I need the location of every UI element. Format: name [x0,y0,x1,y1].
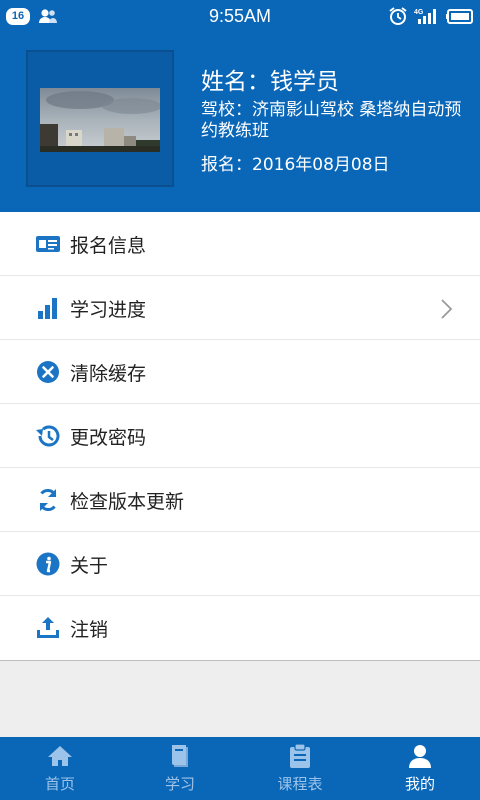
settings-menu: 报名信息 学习进度 清除缓存 更改密码 检查版本更新 关于 注销 [0,212,480,661]
avatar-photo [40,88,160,152]
menu-item-registration-info[interactable]: 报名信息 [0,212,480,276]
menu-item-label: 检查版本更新 [70,491,185,513]
registration-date: 报名：2016年08月08日 [201,155,390,175]
tab-mine[interactable]: 我的 [360,737,480,800]
tab-home[interactable]: 首页 [0,737,120,800]
tab-label: 学习 [164,775,195,793]
user-icon [407,743,433,773]
menu-item-clear-cache[interactable]: 清除缓存 [0,340,480,404]
status-time: 9:55AM [208,6,272,26]
menu-item-label: 更改密码 [70,427,147,449]
clipboard-icon [287,743,313,773]
menu-item-label: 学习进度 [70,299,147,321]
menu-item-check-update[interactable]: 检查版本更新 [0,468,480,532]
menu-item-label: 清除缓存 [70,363,147,385]
alarm-icon [388,6,408,30]
history-icon [35,423,61,449]
profile-header: 姓名：钱学员 驾校：济南影山驾校 桑塔纳自动预约教练班 报名：2016年08月0… [0,32,480,212]
status-bar: 16 9:55AM 4G [0,0,480,32]
driving-school: 驾校：济南影山驾校 桑塔纳自动预约教练班 [201,100,462,141]
home-icon [47,743,73,773]
student-name: 姓名：钱学员 [201,69,339,95]
menu-item-change-password[interactable]: 更改密码 [0,404,480,468]
avatar[interactable] [26,50,174,187]
clear-icon [35,359,61,385]
info-icon [35,551,61,577]
id-card-icon [35,231,61,257]
bar-chart-icon [35,295,61,321]
tab-study[interactable]: 学习 [120,737,240,800]
bottom-tab-bar: 首页 学习 课程表 我的 [0,737,480,800]
refresh-icon [35,487,61,513]
tab-schedule[interactable]: 课程表 [240,737,360,800]
tab-label: 课程表 [277,775,323,793]
network-type-label: 4G [414,9,424,16]
menu-item-about[interactable]: 关于 [0,532,480,596]
logout-icon [35,615,61,641]
menu-item-logout[interactable]: 注销 [0,596,480,660]
book-icon [167,743,193,773]
tab-label: 首页 [44,775,75,793]
menu-item-label: 报名信息 [70,235,147,257]
signal-icon: 4G [414,6,440,30]
chevron-right-icon [440,298,454,324]
tab-label: 我的 [404,775,435,793]
menu-item-label: 关于 [70,555,109,577]
battery-icon [446,9,474,28]
menu-item-study-progress[interactable]: 学习进度 [0,276,480,340]
menu-item-label: 注销 [70,619,109,641]
